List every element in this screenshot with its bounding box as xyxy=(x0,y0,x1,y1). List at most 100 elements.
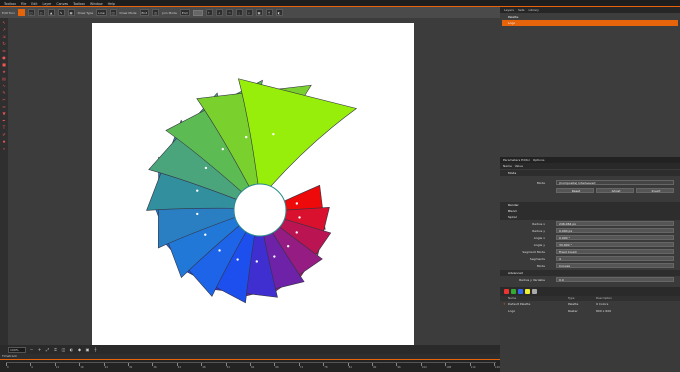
vertex-handle[interactable] xyxy=(255,260,258,263)
vertex-handle[interactable] xyxy=(295,231,298,234)
eyedrop-tool-icon[interactable]: ✒ xyxy=(2,118,7,123)
param-value[interactable]: 0.000 ° xyxy=(556,235,674,240)
param-value[interactable]: Fixed Count xyxy=(556,249,674,254)
draw-type-select[interactable]: Line xyxy=(96,9,107,16)
invert-button[interactable]: Invert xyxy=(636,188,674,193)
guide-icon[interactable]: ┼ xyxy=(265,9,273,16)
rectangle-tool-icon[interactable]: ■ xyxy=(2,62,7,67)
vertex-handle[interactable] xyxy=(272,132,275,136)
fill-tool-icon[interactable]: ▼ xyxy=(2,111,7,116)
vertex-handle[interactable] xyxy=(286,245,290,248)
menu-item[interactable]: Window xyxy=(90,2,103,6)
ghost-button[interactable]: Ghost xyxy=(596,188,634,193)
spiral-artwork[interactable] xyxy=(92,23,414,345)
vertex-handle[interactable] xyxy=(204,233,207,236)
layer-tool-icon[interactable]: ▦ xyxy=(67,9,75,16)
menu-item[interactable]: Toolbox xyxy=(73,2,85,6)
param-value[interactable]: 0.0 xyxy=(556,277,674,282)
petal-shape[interactable] xyxy=(238,78,358,187)
spline-tool-icon[interactable]: ∿ xyxy=(2,83,7,88)
menu-item[interactable]: Toolbox xyxy=(4,2,16,6)
brush-tool-icon[interactable]: ✎ xyxy=(57,9,65,16)
join-mode-select[interactable]: End xyxy=(179,9,190,16)
draw-mode-select[interactable]: End xyxy=(139,9,150,16)
align-center-icon[interactable]: ⊥ xyxy=(215,9,223,16)
vertex-handle[interactable] xyxy=(196,212,199,216)
width-tool-icon[interactable]: ⇔ xyxy=(2,104,7,109)
vertex-handle[interactable] xyxy=(295,202,299,205)
zoom-field[interactable]: 100% xyxy=(8,346,26,353)
ducks-icon[interactable]: ◆ xyxy=(77,347,82,352)
param-value[interactable]: 33.000 ° xyxy=(556,242,674,247)
scale-tool-icon[interactable]: ⇲ xyxy=(2,34,7,39)
circle-tool-icon[interactable]: ● xyxy=(2,55,7,60)
align-right-icon[interactable]: ⊣ xyxy=(225,9,233,16)
mode-value[interactable]: (Composite) Interleaved xyxy=(556,180,674,185)
vertex-handle[interactable] xyxy=(218,249,221,252)
section-mode[interactable]: Mode xyxy=(500,170,680,176)
onion-icon[interactable]: ◐ xyxy=(69,347,74,352)
distribute-icon[interactable]: ⋮ xyxy=(235,9,243,16)
guides-icon[interactable]: ┼ xyxy=(93,347,98,352)
star-icon[interactable] xyxy=(525,289,530,294)
draw-mode-toggle-icon[interactable]: ◫ xyxy=(109,9,117,16)
text-tool-icon[interactable]: T xyxy=(2,125,7,130)
rotate-tool-icon[interactable]: ↻ xyxy=(2,41,7,46)
vertex-handle[interactable] xyxy=(221,147,224,151)
param-value[interactable]: 246.064 px xyxy=(556,221,674,226)
param-value[interactable]: Convex xyxy=(556,263,674,268)
snap-toggle-icon[interactable]: ◫ xyxy=(61,347,66,352)
vertex-handle[interactable] xyxy=(204,166,208,170)
vertex-handle[interactable] xyxy=(245,135,248,139)
time-ruler[interactable]: 0 6 12 18 24 30 36 42 48 54 60 66 72 78 84 90 96 102 108 11… xyxy=(6,362,500,369)
vertex-handle[interactable] xyxy=(236,258,239,261)
menu-item[interactable]: Edit xyxy=(31,2,37,6)
tab-library[interactable]: Library xyxy=(528,8,539,12)
tab-layers[interactable]: Layers xyxy=(504,8,514,12)
menu-item[interactable]: Help xyxy=(108,2,115,6)
transform-tool-icon[interactable]: ↖ xyxy=(2,20,7,25)
tab-sets[interactable]: Sets xyxy=(518,8,525,12)
smooth-move-icon[interactable]: ↗ xyxy=(2,27,7,32)
join-mode-toggle-icon[interactable]: ◫ xyxy=(152,9,160,16)
snap-icon[interactable]: ⌗ xyxy=(245,9,253,16)
param-value[interactable]: 0.000 px xyxy=(556,228,674,233)
fit-icon[interactable]: ⤢ xyxy=(45,347,50,352)
vertex-handle[interactable] xyxy=(298,216,301,219)
menu-item[interactable]: Layer xyxy=(42,2,51,6)
draw-tool-icon[interactable]: ✎ xyxy=(2,90,7,95)
settings-icon[interactable] xyxy=(532,289,537,294)
sketch-tool-icon[interactable]: ✐ xyxy=(2,132,7,137)
align-left-icon[interactable]: ⊢ xyxy=(205,9,213,16)
library-row[interactable]: Logo Raster 800 x 600 xyxy=(500,309,680,315)
width-field[interactable] xyxy=(192,9,203,16)
vertex-handle[interactable] xyxy=(273,255,276,258)
palette-icon[interactable] xyxy=(504,289,509,294)
square-tool-icon[interactable]: □ xyxy=(27,9,35,16)
color-swatch[interactable] xyxy=(17,9,25,16)
onion-skin-icon[interactable]: ◐ xyxy=(275,9,283,16)
folder-icon[interactable] xyxy=(518,289,523,294)
zoom-in-icon[interactable]: + xyxy=(37,347,42,352)
brush-tool-icon[interactable]: ♠ xyxy=(2,139,7,144)
layer-row-logo[interactable]: Logo xyxy=(502,20,678,26)
zoom-out-icon[interactable]: − xyxy=(29,347,34,352)
grid-icon[interactable]: ▦ xyxy=(255,9,263,16)
gradient-tool-icon[interactable]: ▤ xyxy=(2,76,7,81)
preview-icon[interactable]: ▣ xyxy=(85,347,90,352)
reset-button[interactable]: Reset xyxy=(556,188,594,193)
star-tool-icon[interactable]: ★ xyxy=(2,69,7,74)
section-advanced[interactable]: Advanced xyxy=(500,270,680,276)
tab-options[interactable]: Options xyxy=(533,158,545,162)
menu-item[interactable]: Canvas xyxy=(56,2,68,6)
section-spiral[interactable]: Spiral xyxy=(500,214,680,220)
menu-item[interactable]: File xyxy=(21,2,26,6)
tab-parameters[interactable]: Parameters Editor xyxy=(503,158,530,162)
library-row[interactable]: ✦ Default Palette Palette 9 Colors xyxy=(500,302,680,308)
fill-tool-icon[interactable]: ▲ xyxy=(47,9,55,16)
cutout-tool-icon[interactable]: ✂ xyxy=(2,97,7,102)
grid-toggle-icon[interactable]: ⌗ xyxy=(53,347,58,352)
param-value[interactable]: 4 xyxy=(556,256,674,261)
circle-tool-icon[interactable]: ○ xyxy=(37,9,45,16)
vertex-handle[interactable] xyxy=(196,189,199,192)
